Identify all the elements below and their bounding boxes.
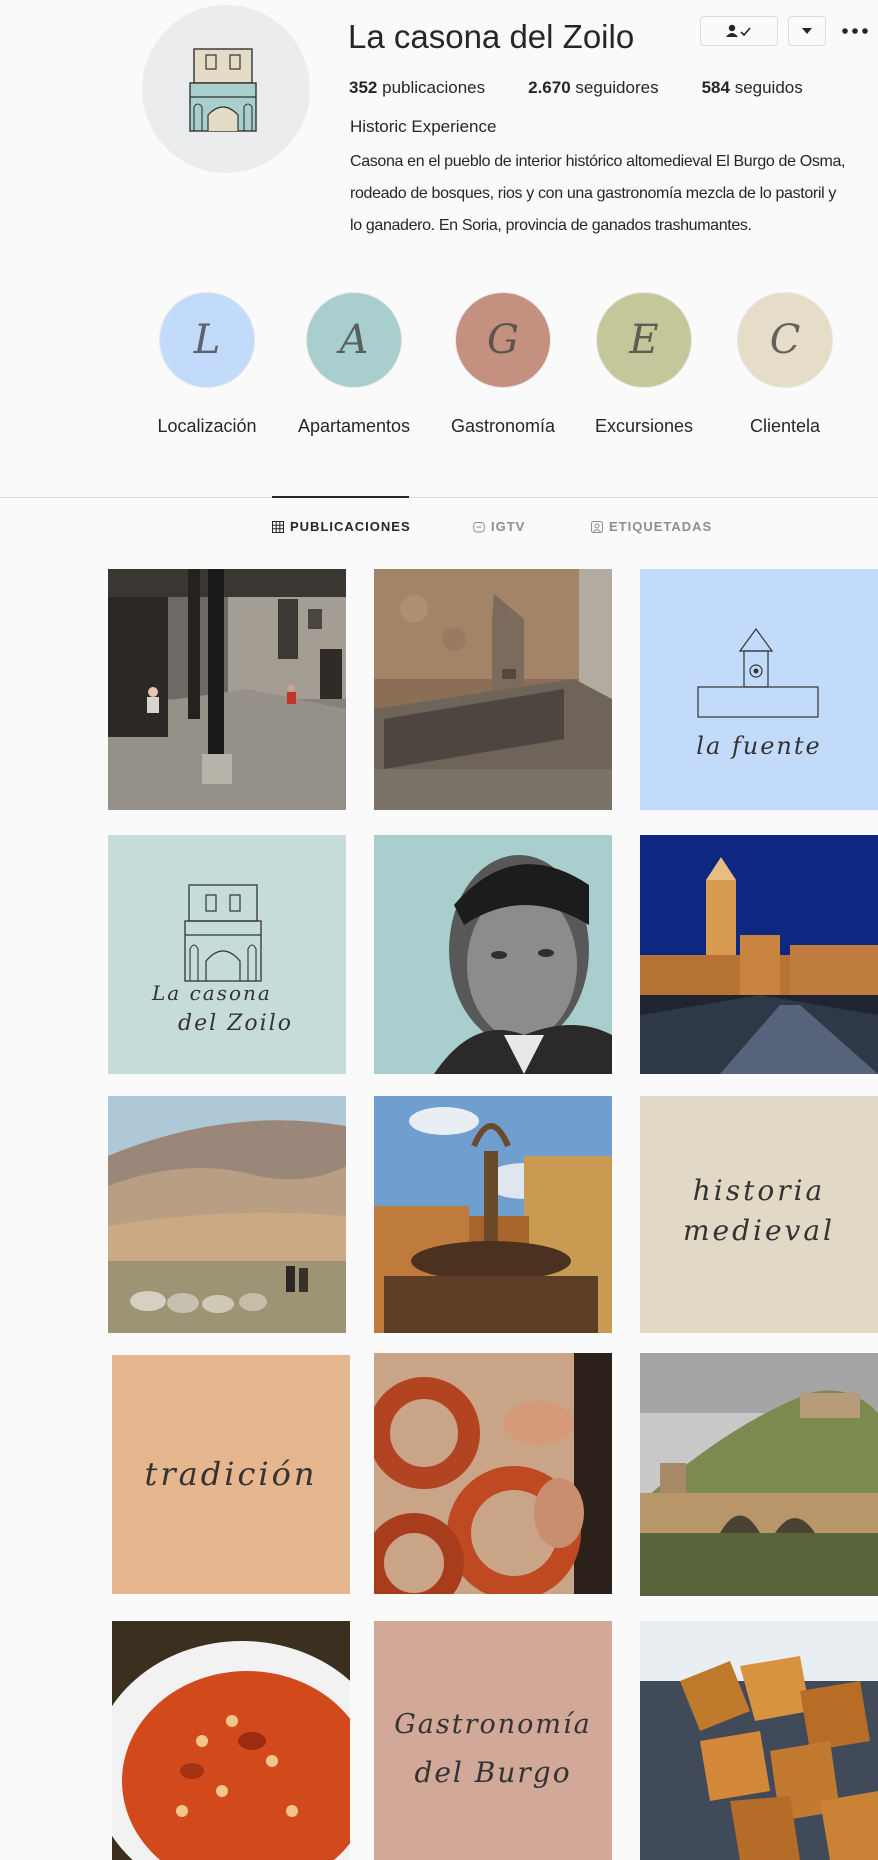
tv-icon bbox=[473, 521, 485, 532]
tab-publicaciones[interactable]: PUBLICACIONES bbox=[272, 519, 411, 534]
fountain-drawing-icon bbox=[697, 627, 819, 718]
profile-stats: 352 publicaciones 2.670 seguidores 584 s… bbox=[349, 78, 803, 98]
tabs-divider bbox=[0, 497, 878, 498]
post-caption-line-2: medieval bbox=[682, 1214, 836, 1247]
bio-text: Casona en el pueblo de interior históric… bbox=[350, 153, 846, 234]
photo-castle-night bbox=[640, 835, 878, 1074]
bio-name: Historic Experience bbox=[350, 117, 497, 136]
photo-arcade-street bbox=[108, 569, 346, 810]
user-check-icon bbox=[726, 24, 751, 37]
profile-username: La casona del Zoilo bbox=[348, 18, 635, 55]
post-caption-text: la fuente bbox=[696, 732, 822, 760]
highlight-clientela[interactable]: C Clientela bbox=[710, 292, 860, 437]
house-logo-icon bbox=[189, 48, 257, 132]
photo-sheep-landscape bbox=[108, 1096, 346, 1333]
followers-count[interactable]: 2.670 seguidores bbox=[528, 78, 658, 98]
following-button[interactable] bbox=[700, 16, 778, 46]
photo-portrait bbox=[374, 835, 612, 1074]
following-count[interactable]: 584 seguidos bbox=[702, 78, 803, 98]
profile-avatar[interactable] bbox=[142, 5, 310, 173]
photo-castle-bridge bbox=[640, 1353, 878, 1596]
post-tradicion-card[interactable]: tradición bbox=[112, 1355, 350, 1594]
post-gastronomia-burgo-card[interactable]: Gastronomía del Burgo bbox=[374, 1621, 612, 1860]
grid-icon bbox=[272, 520, 284, 533]
photo-stone-fountain bbox=[374, 569, 612, 810]
posts-count: 352 publicaciones bbox=[349, 78, 486, 97]
highlight-label: Gastronomía bbox=[450, 416, 556, 436]
post-fountain-statue-photo[interactable] bbox=[374, 1096, 612, 1333]
post-portrait-photo[interactable] bbox=[374, 835, 612, 1074]
post-caption-line-1: La casona bbox=[152, 981, 272, 1005]
tag-icon bbox=[591, 520, 603, 533]
post-caption-line-2: del Burgo bbox=[414, 1756, 572, 1789]
highlight-cover: E bbox=[596, 292, 692, 388]
post-castle-night-photo[interactable] bbox=[640, 835, 878, 1074]
highlight-label: Apartamentos bbox=[297, 416, 411, 436]
post-caption-line-1: historia bbox=[692, 1174, 826, 1207]
post-arcade-street-photo[interactable] bbox=[108, 569, 346, 810]
photo-fountain-statue bbox=[374, 1096, 612, 1333]
highlight-cover: G bbox=[455, 292, 551, 388]
post-stone-fountain-photo[interactable] bbox=[374, 569, 612, 810]
house-drawing-icon bbox=[184, 884, 262, 982]
highlight-label: Clientela bbox=[749, 416, 821, 436]
tab-igtv[interactable]: IGTV bbox=[473, 519, 525, 534]
post-caption-line-1: Gastronomía bbox=[394, 1709, 592, 1740]
caret-down-icon bbox=[802, 28, 812, 34]
highlight-apartamentos[interactable]: A Apartamentos bbox=[279, 292, 429, 437]
post-la-fuente-card[interactable]: la fuente bbox=[640, 569, 878, 810]
highlight-cover: A bbox=[306, 292, 402, 388]
post-casona-logo-card[interactable]: La casona del Zoilo bbox=[108, 835, 346, 1074]
photo-stew-bowl bbox=[112, 1621, 350, 1860]
post-torreznos-photo[interactable] bbox=[640, 1621, 878, 1860]
suggestions-dropdown-button[interactable] bbox=[788, 16, 826, 46]
post-stew-photo[interactable] bbox=[112, 1621, 350, 1860]
active-tab-indicator bbox=[272, 496, 409, 498]
tab-etiquetadas[interactable]: ETIQUETADAS bbox=[591, 519, 712, 534]
more-options-button[interactable] bbox=[838, 16, 872, 46]
highlight-localizacion[interactable]: L Localización bbox=[132, 292, 282, 437]
post-sheep-landscape-photo[interactable] bbox=[108, 1096, 346, 1333]
highlight-cover: L bbox=[159, 292, 255, 388]
more-dots-icon bbox=[842, 28, 868, 34]
post-caption-text: tradición bbox=[144, 1455, 318, 1493]
post-historia-medieval-card[interactable]: historia medieval bbox=[640, 1096, 878, 1333]
highlight-label: Localización bbox=[157, 416, 257, 436]
photo-torreznos bbox=[640, 1621, 878, 1860]
highlight-cover: C bbox=[737, 292, 833, 388]
post-castle-bridge-photo[interactable] bbox=[640, 1353, 878, 1596]
post-chorizo-photo[interactable] bbox=[374, 1353, 612, 1594]
photo-chorizo bbox=[374, 1353, 612, 1594]
highlight-label: Excursiones bbox=[594, 416, 694, 436]
highlight-excursiones[interactable]: E Excursiones bbox=[569, 292, 719, 437]
highlight-gastronomia[interactable]: G Gastronomía bbox=[428, 292, 578, 437]
post-caption-line-2: del Zoilo bbox=[178, 1011, 293, 1036]
